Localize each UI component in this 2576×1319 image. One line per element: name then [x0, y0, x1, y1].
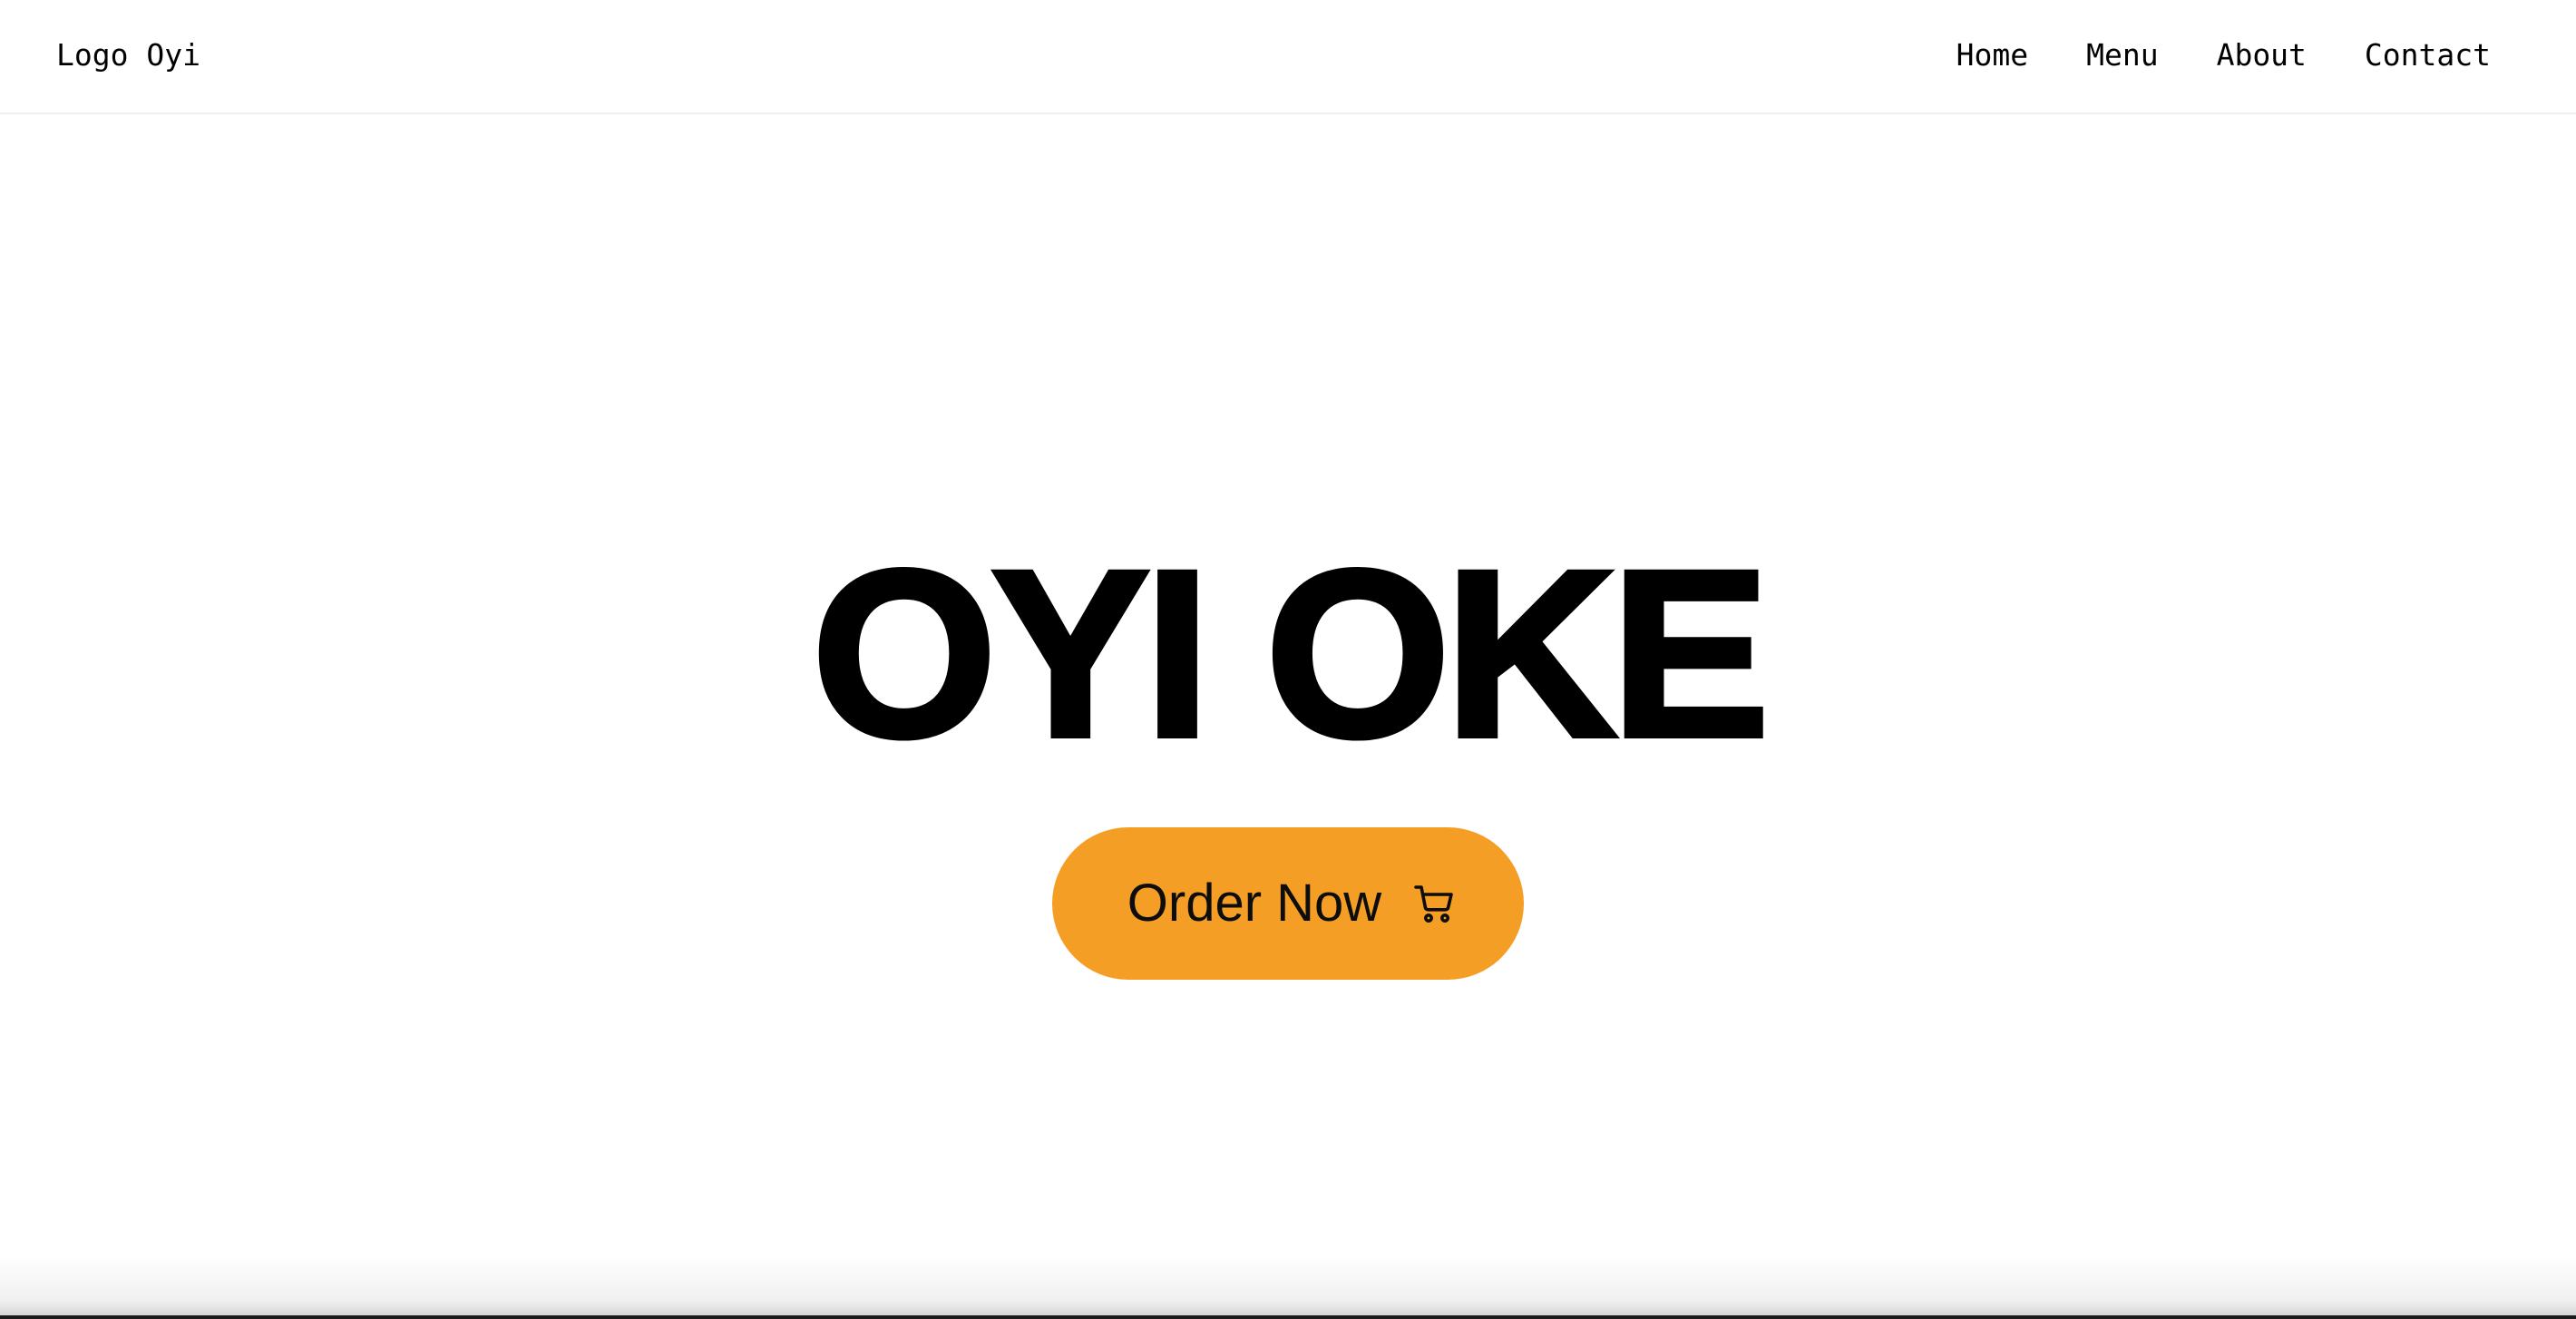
top-navbar: Logo Oyi Home Menu About Contact — [0, 0, 2576, 114]
bottom-shadow — [0, 1255, 2576, 1319]
order-now-button[interactable]: Order Now — [1052, 827, 1524, 980]
nav-link-menu[interactable]: Menu — [2086, 34, 2158, 76]
nav-link-home[interactable]: Home — [1956, 34, 2028, 76]
nav-link-about[interactable]: About — [2217, 34, 2307, 76]
bottom-edge — [0, 1315, 2576, 1319]
page: Logo Oyi Home Menu About Contact OYI OKE… — [0, 0, 2576, 1319]
shopping-cart-icon — [1412, 882, 1456, 925]
nav-link-contact[interactable]: Contact — [2365, 34, 2491, 76]
hero-title: OYI OKE — [809, 521, 1772, 787]
nav-links: Home Menu About Contact — [1956, 34, 2491, 76]
order-now-label: Order Now — [1127, 874, 1382, 933]
logo[interactable]: Logo Oyi — [56, 34, 200, 76]
